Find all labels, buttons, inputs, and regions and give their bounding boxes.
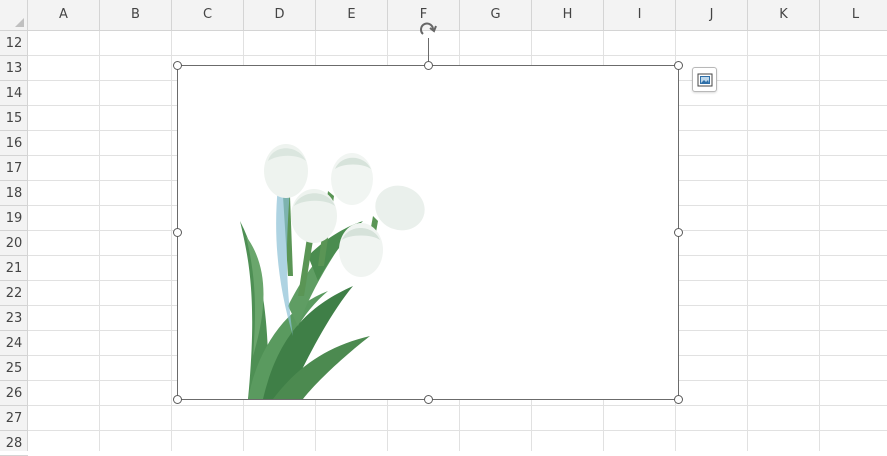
column-header-i[interactable]: I <box>604 0 676 30</box>
tulip-bouquet-image <box>240 144 425 399</box>
row-header-27[interactable]: 27 <box>0 406 28 431</box>
row-header-18[interactable]: 18 <box>0 181 28 206</box>
resize-handle-bottom[interactable] <box>424 395 433 404</box>
spreadsheet: A B C D E F G H I J K L 12 13 14 15 16 1… <box>0 0 887 456</box>
row-header-20[interactable]: 20 <box>0 231 28 256</box>
resize-handle-bottom-left[interactable] <box>173 395 182 404</box>
select-all-triangle-icon <box>15 18 24 27</box>
column-header-j[interactable]: J <box>676 0 748 30</box>
column-header-k[interactable]: K <box>748 0 820 30</box>
layout-options-button[interactable] <box>692 67 717 92</box>
layout-options-icon <box>697 73 713 87</box>
row-header-16[interactable]: 16 <box>0 131 28 156</box>
column-header-a[interactable]: A <box>28 0 100 30</box>
grid-line <box>819 31 820 451</box>
grid-line <box>171 31 172 451</box>
grid-line <box>99 31 100 451</box>
resize-handle-top-right[interactable] <box>674 61 683 70</box>
row-header-bar: 12 13 14 15 16 17 18 19 20 21 22 23 24 2… <box>0 31 28 456</box>
column-header-l[interactable]: L <box>820 0 887 30</box>
selected-picture[interactable] <box>177 65 679 400</box>
row-header-13[interactable]: 13 <box>0 56 28 81</box>
column-header-d[interactable]: D <box>244 0 316 30</box>
column-header-b[interactable]: B <box>100 0 172 30</box>
row-header-21[interactable]: 21 <box>0 256 28 281</box>
row-header-24[interactable]: 24 <box>0 331 28 356</box>
row-header-14[interactable]: 14 <box>0 81 28 106</box>
row-header-26[interactable]: 26 <box>0 381 28 406</box>
resize-handle-right[interactable] <box>674 228 683 237</box>
row-header-17[interactable]: 17 <box>0 156 28 181</box>
row-header-23[interactable]: 23 <box>0 306 28 331</box>
rotate-handle-icon[interactable] <box>417 20 441 44</box>
row-header-28[interactable]: 28 <box>0 431 28 456</box>
resize-handle-bottom-right[interactable] <box>674 395 683 404</box>
row-header-22[interactable]: 22 <box>0 281 28 306</box>
grid-line <box>28 405 887 406</box>
column-header-c[interactable]: C <box>172 0 244 30</box>
row-header-15[interactable]: 15 <box>0 106 28 131</box>
column-header-bar: A B C D E F G H I J K L <box>28 0 887 31</box>
select-all-corner[interactable] <box>0 0 28 31</box>
column-header-g[interactable]: G <box>460 0 532 30</box>
grid-line <box>747 31 748 451</box>
grid-line <box>28 55 887 56</box>
column-header-h[interactable]: H <box>532 0 604 30</box>
resize-handle-top-left[interactable] <box>173 61 182 70</box>
row-header-25[interactable]: 25 <box>0 356 28 381</box>
row-header-12[interactable]: 12 <box>0 31 28 56</box>
column-header-e[interactable]: E <box>316 0 388 30</box>
row-header-19[interactable]: 19 <box>0 206 28 231</box>
resize-handle-left[interactable] <box>173 228 182 237</box>
resize-handle-top[interactable] <box>424 61 433 70</box>
grid-line <box>28 430 887 431</box>
